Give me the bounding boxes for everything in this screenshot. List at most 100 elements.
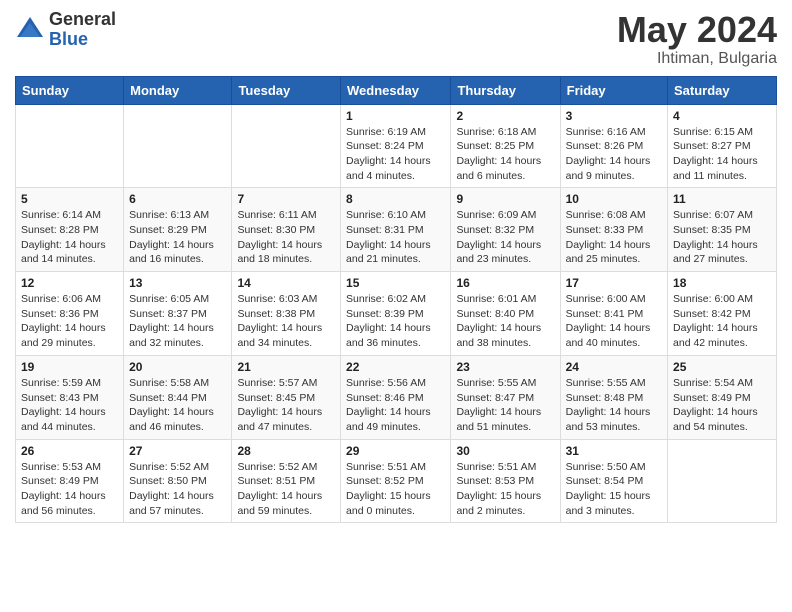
day-number: 18 xyxy=(673,276,771,290)
calendar-day: 29 Sunrise: 5:51 AM Sunset: 8:52 PM Dayli… xyxy=(341,439,451,523)
calendar-day: 13 Sunrise: 6:05 AM Sunset: 8:37 PM Dayli… xyxy=(124,272,232,356)
calendar-day: 30 Sunrise: 5:51 AM Sunset: 8:53 PM Dayli… xyxy=(451,439,560,523)
calendar-day: 7Sunrise: 6:11 AM Sunset: 8:30 PM Daylig… xyxy=(232,188,341,272)
day-info: Sunrise: 5:51 AM Sunset: 8:53 PM Dayligh… xyxy=(456,460,554,519)
day-number: 2 xyxy=(456,109,554,123)
day-info: Sunrise: 6:00 AM Sunset: 8:42 PM Dayligh… xyxy=(673,292,771,351)
calendar-day: 15 Sunrise: 6:02 AM Sunset: 8:39 PM Dayli… xyxy=(341,272,451,356)
day-number: 27 xyxy=(129,444,226,458)
calendar-body: 1 Sunrise: 6:19 AM Sunset: 8:24 PM Daylig… xyxy=(16,104,777,523)
day-number: 30 xyxy=(456,444,554,458)
day-number: 21 xyxy=(237,360,335,374)
day-number: 17 xyxy=(566,276,662,290)
day-info: Sunrise: 6:03 AM Sunset: 8:38 PM Dayligh… xyxy=(237,292,335,351)
calendar-day: 21 Sunrise: 5:57 AM Sunset: 8:45 PM Dayli… xyxy=(232,355,341,439)
day-number: 15 xyxy=(346,276,445,290)
header: General Blue May 2024 Ihtiman, Bulgaria xyxy=(15,10,777,68)
calendar-day: 17 Sunrise: 6:00 AM Sunset: 8:41 PM Dayli… xyxy=(560,272,667,356)
day-info: Sunrise: 6:18 AM Sunset: 8:25 PM Dayligh… xyxy=(456,125,554,184)
day-number: 13 xyxy=(129,276,226,290)
day-info: Sunrise: 6:05 AM Sunset: 8:37 PM Dayligh… xyxy=(129,292,226,351)
month-title: May 2024 xyxy=(617,10,777,50)
calendar-day: 5Sunrise: 6:14 AM Sunset: 8:28 PM Daylig… xyxy=(16,188,124,272)
calendar-week-3: 12 Sunrise: 6:06 AM Sunset: 8:36 PM Dayli… xyxy=(16,272,777,356)
logo: General Blue xyxy=(15,10,116,50)
calendar-day: 19Sunrise: 5:59 AM Sunset: 8:43 PM Dayli… xyxy=(16,355,124,439)
page: General Blue May 2024 Ihtiman, Bulgaria … xyxy=(0,0,792,538)
calendar-day: 8 Sunrise: 6:10 AM Sunset: 8:31 PM Daylig… xyxy=(341,188,451,272)
calendar-day: 16 Sunrise: 6:01 AM Sunset: 8:40 PM Dayli… xyxy=(451,272,560,356)
calendar-day: 3 Sunrise: 6:16 AM Sunset: 8:26 PM Daylig… xyxy=(560,104,667,188)
day-info: Sunrise: 6:00 AM Sunset: 8:41 PM Dayligh… xyxy=(566,292,662,351)
day-number: 12 xyxy=(21,276,118,290)
logo-icon xyxy=(15,15,45,45)
day-info: Sunrise: 6:07 AM Sunset: 8:35 PM Dayligh… xyxy=(673,208,771,267)
day-info: Sunrise: 6:13 AM Sunset: 8:29 PM Dayligh… xyxy=(129,208,226,267)
calendar-day xyxy=(232,104,341,188)
day-info: Sunrise: 6:01 AM Sunset: 8:40 PM Dayligh… xyxy=(456,292,554,351)
day-info: Sunrise: 5:53 AM Sunset: 8:49 PM Dayligh… xyxy=(21,460,118,519)
calendar-day: 1 Sunrise: 6:19 AM Sunset: 8:24 PM Daylig… xyxy=(341,104,451,188)
day-info: Sunrise: 6:15 AM Sunset: 8:27 PM Dayligh… xyxy=(673,125,771,184)
col-saturday: Saturday xyxy=(668,76,777,104)
calendar-day: 6 Sunrise: 6:13 AM Sunset: 8:29 PM Daylig… xyxy=(124,188,232,272)
day-number: 14 xyxy=(237,276,335,290)
day-number: 24 xyxy=(566,360,662,374)
day-number: 29 xyxy=(346,444,445,458)
logo-blue-text: Blue xyxy=(49,30,116,50)
col-sunday: Sunday xyxy=(16,76,124,104)
day-info: Sunrise: 6:16 AM Sunset: 8:26 PM Dayligh… xyxy=(566,125,662,184)
day-number: 1 xyxy=(346,109,445,123)
day-number: 26 xyxy=(21,444,118,458)
day-info: Sunrise: 5:54 AM Sunset: 8:49 PM Dayligh… xyxy=(673,376,771,435)
day-number: 16 xyxy=(456,276,554,290)
day-number: 9 xyxy=(456,192,554,206)
calendar-day: 20Sunrise: 5:58 AM Sunset: 8:44 PM Dayli… xyxy=(124,355,232,439)
calendar-table: Sunday Monday Tuesday Wednesday Thursday… xyxy=(15,76,777,524)
calendar-day: 25Sunrise: 5:54 AM Sunset: 8:49 PM Dayli… xyxy=(668,355,777,439)
calendar-day: 2 Sunrise: 6:18 AM Sunset: 8:25 PM Daylig… xyxy=(451,104,560,188)
col-tuesday: Tuesday xyxy=(232,76,341,104)
calendar-header-row: Sunday Monday Tuesday Wednesday Thursday… xyxy=(16,76,777,104)
calendar-day: 18 Sunrise: 6:00 AM Sunset: 8:42 PM Dayli… xyxy=(668,272,777,356)
col-wednesday: Wednesday xyxy=(341,76,451,104)
calendar-day: 14 Sunrise: 6:03 AM Sunset: 8:38 PM Dayli… xyxy=(232,272,341,356)
day-number: 23 xyxy=(456,360,554,374)
day-info: Sunrise: 6:08 AM Sunset: 8:33 PM Dayligh… xyxy=(566,208,662,267)
col-thursday: Thursday xyxy=(451,76,560,104)
day-info: Sunrise: 6:06 AM Sunset: 8:36 PM Dayligh… xyxy=(21,292,118,351)
day-number: 19 xyxy=(21,360,118,374)
day-number: 31 xyxy=(566,444,662,458)
day-number: 5 xyxy=(21,192,118,206)
day-number: 10 xyxy=(566,192,662,206)
day-number: 4 xyxy=(673,109,771,123)
day-info: Sunrise: 6:19 AM Sunset: 8:24 PM Dayligh… xyxy=(346,125,445,184)
logo-text: General Blue xyxy=(49,10,116,50)
calendar-day: 27 Sunrise: 5:52 AM Sunset: 8:50 PM Dayli… xyxy=(124,439,232,523)
day-info: Sunrise: 5:56 AM Sunset: 8:46 PM Dayligh… xyxy=(346,376,445,435)
day-number: 8 xyxy=(346,192,445,206)
title-block: May 2024 Ihtiman, Bulgaria xyxy=(617,10,777,68)
day-info: Sunrise: 5:58 AM Sunset: 8:44 PM Dayligh… xyxy=(129,376,226,435)
day-info: Sunrise: 5:52 AM Sunset: 8:50 PM Dayligh… xyxy=(129,460,226,519)
day-number: 11 xyxy=(673,192,771,206)
day-info: Sunrise: 5:55 AM Sunset: 8:47 PM Dayligh… xyxy=(456,376,554,435)
calendar-week-5: 26 Sunrise: 5:53 AM Sunset: 8:49 PM Dayli… xyxy=(16,439,777,523)
day-number: 6 xyxy=(129,192,226,206)
day-info: Sunrise: 6:10 AM Sunset: 8:31 PM Dayligh… xyxy=(346,208,445,267)
day-info: Sunrise: 6:02 AM Sunset: 8:39 PM Dayligh… xyxy=(346,292,445,351)
col-monday: Monday xyxy=(124,76,232,104)
calendar-day xyxy=(16,104,124,188)
day-info: Sunrise: 5:57 AM Sunset: 8:45 PM Dayligh… xyxy=(237,376,335,435)
calendar-day: 26 Sunrise: 5:53 AM Sunset: 8:49 PM Dayli… xyxy=(16,439,124,523)
col-friday: Friday xyxy=(560,76,667,104)
calendar-day: 4 Sunrise: 6:15 AM Sunset: 8:27 PM Daylig… xyxy=(668,104,777,188)
calendar-week-4: 19Sunrise: 5:59 AM Sunset: 8:43 PM Dayli… xyxy=(16,355,777,439)
calendar-day: 10 Sunrise: 6:08 AM Sunset: 8:33 PM Dayli… xyxy=(560,188,667,272)
day-info: Sunrise: 5:51 AM Sunset: 8:52 PM Dayligh… xyxy=(346,460,445,519)
logo-general-text: General xyxy=(49,10,116,30)
day-number: 3 xyxy=(566,109,662,123)
day-info: Sunrise: 5:55 AM Sunset: 8:48 PM Dayligh… xyxy=(566,376,662,435)
calendar-day: 28Sunrise: 5:52 AM Sunset: 8:51 PM Dayli… xyxy=(232,439,341,523)
calendar-day xyxy=(124,104,232,188)
